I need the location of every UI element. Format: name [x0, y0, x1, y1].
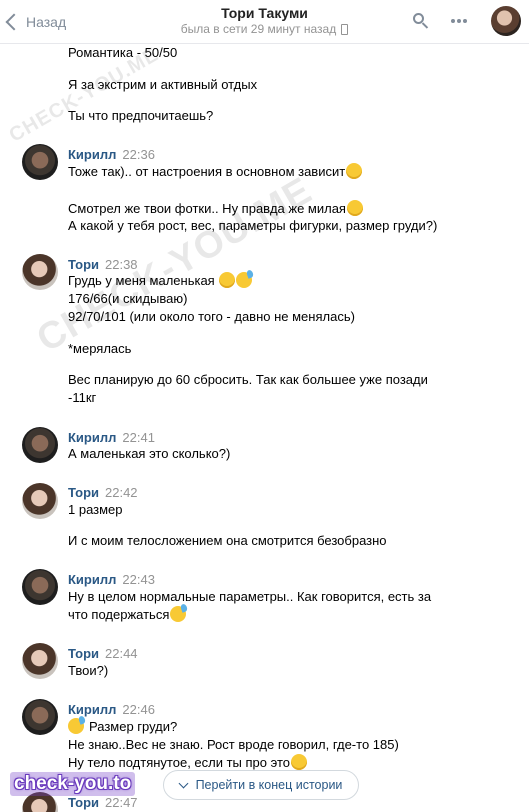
- search-icon[interactable]: [413, 13, 429, 29]
- message-line: Вес планирую до 60 сбросить. Так как бол…: [68, 372, 428, 387]
- header-avatar[interactable]: [491, 6, 521, 36]
- author-name[interactable]: Тори: [68, 795, 99, 810]
- message-time: 22:44: [105, 646, 138, 661]
- emoji-icon: [236, 272, 253, 288]
- avatar[interactable]: [22, 144, 58, 180]
- message-line: Размер груди?: [89, 719, 178, 734]
- emoji-icon: [291, 754, 308, 770]
- avatar[interactable]: [22, 483, 58, 519]
- author-name[interactable]: Тори: [68, 257, 99, 272]
- message-time: 22:47: [105, 795, 138, 810]
- message-author: Тори 22:42: [68, 485, 138, 501]
- message-line: Ты что предпочитаешь?: [68, 108, 214, 123]
- message-time: 22:36: [122, 147, 155, 162]
- avatar[interactable]: [22, 254, 58, 290]
- message-author: Тори 22:44: [68, 646, 138, 662]
- message-time: 22:43: [122, 572, 155, 587]
- author-name[interactable]: Кирилл: [68, 702, 116, 717]
- chat-header: Назад Тори Такуми была в сети 29 минут н…: [0, 0, 529, 44]
- message-line-row: Смотрел же твои фотки.. Ну правда же мил…: [68, 200, 363, 218]
- emoji-icon: [68, 718, 84, 734]
- message-line: Не знаю..Вес не знаю. Рост вроде говорил…: [68, 737, 399, 752]
- message-line: Твои?): [68, 663, 109, 678]
- message-line: Романтика - 50/50: [68, 45, 178, 60]
- author-name[interactable]: Тори: [68, 485, 99, 500]
- message-line-row: Тоже так).. от настроения в основном зав…: [68, 163, 363, 181]
- author-name[interactable]: Кирилл: [68, 572, 116, 587]
- message-line: Ну в целом нормальные параметры.. Как го…: [68, 589, 432, 604]
- message-line: Тоже так).. от настроения в основном зав…: [68, 164, 346, 179]
- message-author: Тори 22:38: [68, 257, 138, 273]
- phone-icon: [341, 24, 349, 36]
- message-author: Кирилл 22:41: [68, 430, 155, 446]
- emoji-icon: [346, 163, 363, 179]
- jump-to-end-button[interactable]: Перейти в конец истории: [163, 770, 359, 800]
- message-author: Тори 22:47: [68, 795, 138, 811]
- message-line: -11кг: [68, 390, 97, 405]
- message-line: А какой у тебя рост, вес, параметры фигу…: [68, 218, 438, 233]
- message-line: *мерялась: [68, 341, 132, 356]
- emoji-icon: [170, 606, 187, 622]
- message-line: И с моим телосложением она смотрится без…: [68, 533, 387, 548]
- message-line: А маленькая это сколько?): [68, 446, 231, 461]
- message-time: 22:46: [122, 702, 155, 717]
- avatar[interactable]: [22, 699, 58, 735]
- message-line: 92/70/101 (или около того - давно не мен…: [68, 309, 355, 324]
- avatar[interactable]: [22, 643, 58, 679]
- avatar[interactable]: [22, 427, 58, 463]
- message-line: Ну тело подтянутое, если ты про это: [68, 755, 291, 770]
- author-name[interactable]: Кирилл: [68, 430, 116, 445]
- emoji-icon: [346, 200, 363, 216]
- arrow-down-icon: [178, 778, 189, 788]
- message-time: 22:42: [105, 485, 138, 500]
- message-line: Смотрел же твои фотки.. Ну правда же мил…: [68, 201, 346, 216]
- emoji-icon: [219, 272, 236, 288]
- message-line-row: Грудь у меня маленькая: [68, 272, 253, 290]
- author-name[interactable]: Кирилл: [68, 147, 116, 162]
- chat-title-box: Тори Такуми была в сети 29 минут назад: [0, 5, 529, 37]
- message-line: Я за экстрим и активный отдых: [68, 77, 258, 92]
- message-line: что подержаться: [68, 607, 170, 622]
- site-watermark: check-you.to: [10, 772, 136, 796]
- message-time: 22:38: [105, 257, 138, 272]
- message-line-row: что подержаться: [68, 606, 187, 624]
- more-icon[interactable]: [451, 19, 467, 23]
- avatar[interactable]: [22, 569, 58, 605]
- status-text: была в сети 29 минут назад: [180, 22, 337, 36]
- jump-to-end-label: Перейти в конец истории: [195, 778, 343, 792]
- author-name[interactable]: Тори: [68, 646, 99, 661]
- message-author: Кирилл 22:43: [68, 572, 155, 588]
- message-author: Кирилл 22:36: [68, 147, 155, 163]
- message-line: 176/66(и скидываю): [68, 291, 188, 306]
- message-line: 1 размер: [68, 502, 123, 517]
- message-line: Грудь у меня маленькая: [68, 273, 215, 288]
- message-time: 22:41: [122, 430, 155, 445]
- message-line-row: Размер груди?: [68, 718, 177, 736]
- online-status: была в сети 29 минут назад: [0, 22, 529, 37]
- chat-title[interactable]: Тори Такуми: [0, 5, 529, 22]
- message-feed[interactable]: CHECK-YOU.ME CHECK-YOU.ME Романтика - 50…: [0, 44, 529, 812]
